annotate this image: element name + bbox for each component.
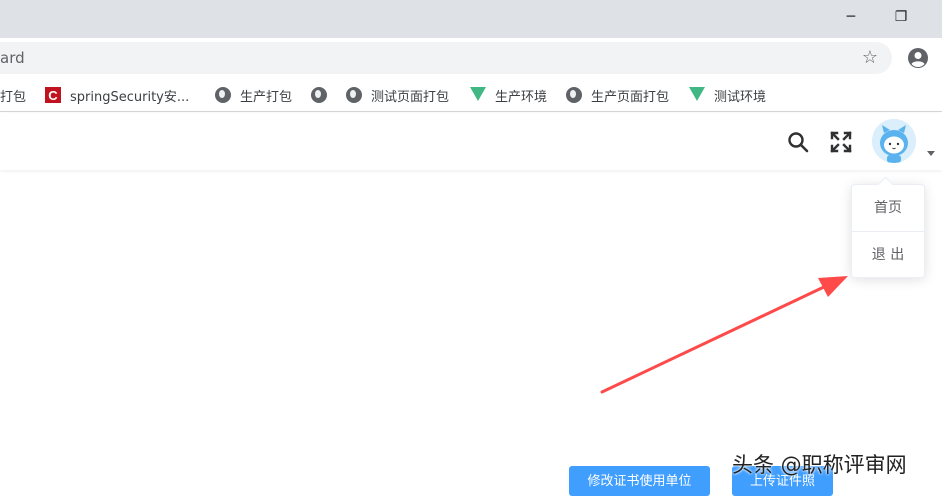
minimize-button[interactable]: ─ (826, 0, 876, 34)
bookmark-item[interactable]: 生产打包 (215, 78, 292, 112)
menu-item-home[interactable]: 首页 (852, 190, 924, 226)
vue-icon (689, 87, 705, 103)
fullscreen-icon[interactable] (829, 130, 853, 154)
app-header (0, 113, 942, 170)
bookmark-label: 生产打包 (240, 89, 293, 105)
bookmark-item[interactable]: 生产环境 (470, 78, 547, 112)
globe-icon (566, 87, 582, 103)
globe-icon (215, 87, 231, 103)
red-c-icon: C (45, 87, 61, 103)
bookmark-label: 打包 (0, 89, 27, 105)
bookmark-item[interactable]: 生产页面打包 (566, 78, 669, 112)
bookmark-item[interactable]: 测试环境 (689, 78, 766, 112)
address-bar[interactable]: ard ☆ (0, 42, 892, 74)
bookmark-label: 生产环境 (495, 89, 548, 105)
address-bar-text[interactable]: ard (0, 42, 25, 74)
watermark-text: 头条 @职称评审网 (732, 453, 907, 477)
bookmark-item[interactable] (311, 78, 336, 112)
bookmark-item[interactable]: 打包 (0, 78, 26, 112)
restore-icon: ❐ (894, 9, 908, 25)
bookmark-label: 测试页面打包 (371, 89, 450, 105)
menu-divider (852, 231, 924, 232)
bookmark-label: 生产页面打包 (591, 89, 670, 105)
chevron-down-icon[interactable] (927, 151, 935, 156)
bookmarks-bar: 打包 C springSecurity安... 生产打包 测试页面打包 生产环境… (0, 78, 942, 112)
search-icon[interactable] (786, 130, 810, 154)
minimize-icon: ─ (846, 9, 856, 25)
bookmark-label: 测试环境 (714, 89, 767, 105)
user-avatar[interactable] (872, 119, 916, 163)
globe-icon (346, 87, 362, 103)
browser-title-bar: ─ ❐ (0, 0, 942, 38)
globe-icon (311, 87, 327, 103)
bookmark-label: springSecurity安... (70, 89, 190, 105)
restore-button[interactable]: ❐ (876, 0, 926, 34)
bookmark-item[interactable]: 测试页面打包 (346, 78, 449, 112)
avatar-illustration (872, 119, 916, 163)
star-icon[interactable]: ☆ (862, 42, 878, 74)
user-dropdown-menu: 首页 退 出 (851, 184, 925, 278)
bookmark-item-spring-security[interactable]: C springSecurity安... (45, 78, 189, 112)
browser-toolbar: ard ☆ (0, 38, 942, 78)
vue-icon (470, 87, 486, 103)
menu-item-logout[interactable]: 退 出 (852, 237, 924, 273)
account-circle-icon[interactable] (906, 46, 930, 70)
